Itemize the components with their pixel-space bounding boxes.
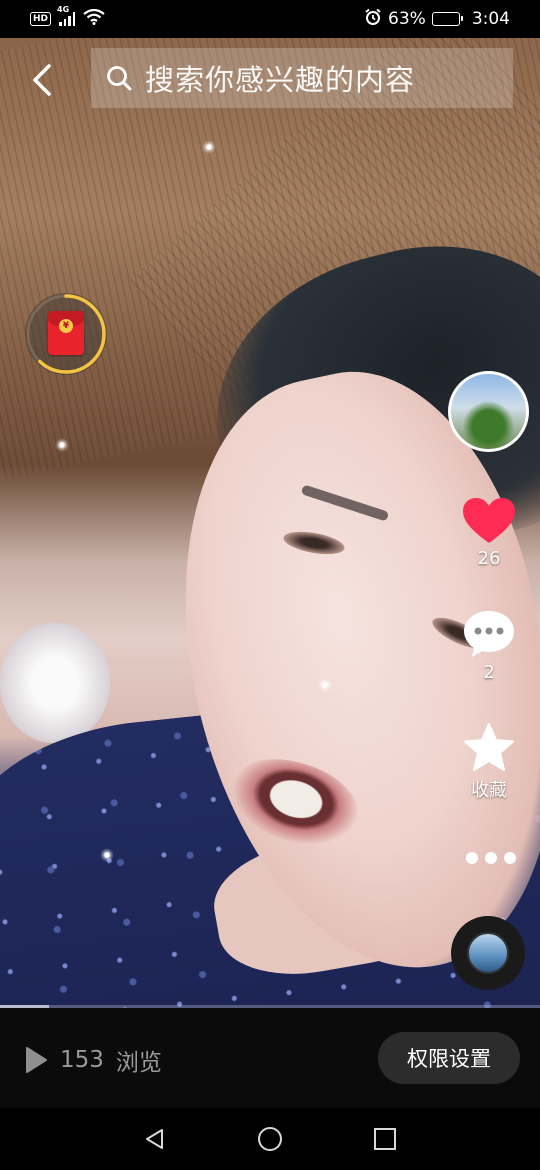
status-left: HD 4G: [30, 5, 105, 30]
creator-avatar[interactable]: [448, 371, 529, 452]
nav-recents-button[interactable]: [370, 1124, 400, 1154]
sparkle: [318, 678, 332, 692]
red-envelope-icon: ¥: [48, 311, 84, 355]
home-circle-icon: [258, 1127, 282, 1151]
coin-symbol: ¥: [59, 319, 73, 333]
sparkle: [100, 848, 114, 862]
battery-icon: [431, 12, 463, 26]
views-info: 153 浏览: [24, 1043, 162, 1077]
like-button[interactable]: 26: [449, 496, 529, 569]
recents-square-icon: [374, 1128, 396, 1150]
back-triangle-icon: [146, 1129, 163, 1149]
signal-icon: 4G: [57, 5, 76, 26]
status-bar: HD 4G 63% 3:04: [0, 0, 540, 38]
music-disc-icon[interactable]: [451, 916, 525, 990]
comment-icon: [464, 611, 514, 657]
play-icon: [26, 1047, 47, 1073]
network-type-label: 4G: [57, 5, 70, 14]
comment-count: 2: [483, 662, 495, 683]
search-placeholder: 搜索你感兴趣的内容: [145, 63, 416, 97]
search-icon: [107, 66, 132, 91]
clock: 3:04: [471, 9, 510, 29]
permission-settings-button[interactable]: 权限设置: [378, 1032, 520, 1084]
back-button[interactable]: [20, 58, 64, 102]
favorite-label: 收藏: [471, 780, 507, 801]
battery-percent: 63%: [388, 9, 426, 29]
search-bar[interactable]: 搜索你感兴趣的内容: [91, 48, 513, 108]
favorite-button[interactable]: 收藏: [449, 722, 529, 802]
music-cover: [467, 932, 509, 974]
views-count: 153: [60, 1047, 104, 1073]
sparkle: [55, 438, 69, 452]
red-packet-widget[interactable]: ¥: [25, 293, 107, 375]
status-right: 63% 3:04: [364, 8, 510, 31]
more-dots-icon[interactable]: [466, 852, 516, 864]
back-arrow-icon: [33, 64, 51, 96]
heart-icon: [463, 498, 515, 543]
nav-home-button[interactable]: [255, 1124, 285, 1154]
like-count: 26: [477, 548, 501, 569]
nav-back-button[interactable]: [140, 1124, 170, 1154]
pillow: [0, 623, 110, 743]
alarm-icon: [364, 8, 382, 31]
views-label: 浏览: [115, 1050, 162, 1076]
hd-icon: HD: [30, 12, 52, 26]
wifi-icon: [83, 8, 105, 30]
comment-button[interactable]: 2: [449, 608, 529, 683]
sparkle: [202, 140, 216, 154]
star-icon: [464, 723, 514, 771]
